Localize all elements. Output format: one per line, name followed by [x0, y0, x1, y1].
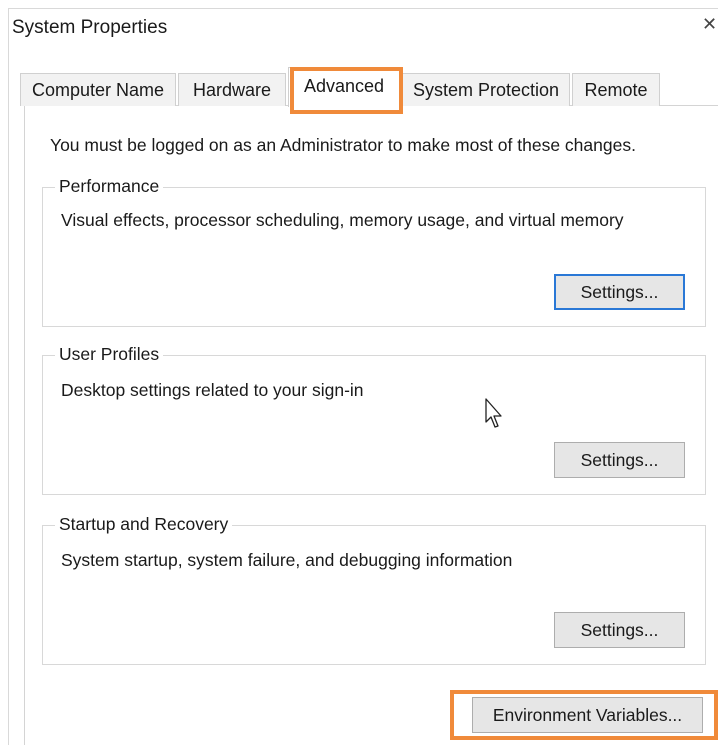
tab-remote[interactable]: Remote — [572, 73, 660, 106]
user-profiles-description: Desktop settings related to your sign-in — [61, 380, 364, 400]
tab-computer-name[interactable]: Computer Name — [20, 73, 176, 106]
close-icon[interactable]: ✕ — [702, 14, 717, 35]
user-profiles-title: User Profiles — [55, 344, 164, 365]
environment-variables-button[interactable]: Environment Variables... — [472, 697, 703, 733]
startup-recovery-settings-button[interactable]: Settings... — [554, 612, 685, 648]
tab-advanced[interactable]: Advanced — [288, 67, 400, 107]
admin-notice: You must be logged on as an Administrato… — [50, 135, 636, 155]
startup-recovery-group: Startup and Recovery System startup, sys… — [42, 514, 706, 665]
startup-recovery-title: Startup and Recovery — [55, 514, 233, 535]
performance-description: Visual effects, processor scheduling, me… — [61, 210, 624, 230]
performance-title: Performance — [55, 176, 164, 197]
tab-hardware[interactable]: Hardware — [178, 73, 286, 106]
user-profiles-group: User Profiles Desktop settings related t… — [42, 344, 706, 495]
window-title: System Properties — [12, 17, 168, 38]
performance-settings-button[interactable]: Settings... — [554, 274, 685, 310]
performance-group: Performance Visual effects, processor sc… — [42, 176, 706, 327]
tab-system-protection[interactable]: System Protection — [402, 73, 570, 106]
user-profiles-settings-button[interactable]: Settings... — [554, 442, 685, 478]
mouse-pointer-icon — [485, 398, 502, 428]
startup-recovery-description: System startup, system failure, and debu… — [61, 550, 513, 570]
